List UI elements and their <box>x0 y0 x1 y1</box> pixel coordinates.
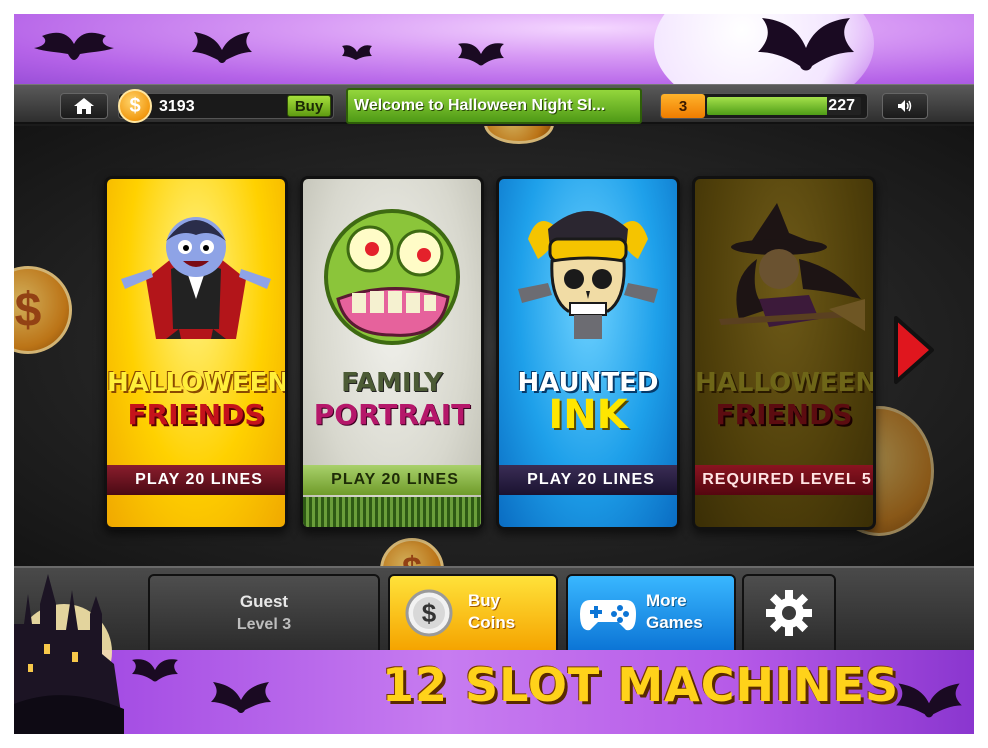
level-badge: 3 <box>661 94 705 118</box>
vampire-illustration <box>107 179 285 369</box>
background-coin <box>484 126 554 144</box>
gamepad-icon <box>580 600 636 631</box>
welcome-message: Welcome to Halloween Night Sl... <box>346 88 642 124</box>
sound-button[interactable] <box>882 93 928 119</box>
game-title: HAUNTED INK <box>517 368 659 438</box>
buy-coins-label: Buy Coins <box>468 591 516 632</box>
zombie-illustration <box>303 179 481 369</box>
background-coin: $ <box>380 538 444 566</box>
bat-icon <box>458 43 504 66</box>
grass-decoration <box>303 497 481 527</box>
next-arrow-icon[interactable] <box>892 314 936 386</box>
bat-icon <box>342 45 372 60</box>
more-games-label: More Games <box>646 591 703 632</box>
bat-icon <box>192 32 252 63</box>
dollar-coin-icon: $ <box>118 89 152 123</box>
home-icon <box>74 98 94 114</box>
promo-title: 12 SLOT MACHINES <box>382 658 900 712</box>
svg-text:$: $ <box>422 598 437 628</box>
home-button[interactable] <box>60 93 108 119</box>
bat-icon <box>34 32 114 60</box>
player-name: Guest <box>239 592 289 611</box>
profile-button[interactable]: Guest Level 3 <box>148 574 380 652</box>
top-banner <box>14 14 974 84</box>
bat-icon <box>758 18 854 71</box>
bat-icon <box>132 659 178 682</box>
game-title: HALLOWEEN FRIENDS <box>107 368 288 431</box>
game-title: HALLOWEEN FRIENDS <box>695 368 876 431</box>
play-lines-button[interactable]: PLAY 20 LINES <box>303 465 481 495</box>
required-level-badge: REQUIRED LEVEL 5 <box>695 465 873 495</box>
game-title: FAMILY PORTRAIT <box>313 368 471 431</box>
game-card-family-portrait[interactable]: FAMILY PORTRAIT PLAY 20 LINES <box>300 176 484 530</box>
xp-progress-fill <box>707 97 828 115</box>
game-carousel: $ $ HAL <box>14 126 974 566</box>
xp-value: 227 <box>828 97 855 114</box>
witch-illustration <box>695 179 873 369</box>
play-lines-button[interactable]: PLAY 20 LINES <box>107 465 285 495</box>
speaker-icon <box>898 100 912 112</box>
settings-button[interactable] <box>742 574 836 652</box>
player-level: Level 3 <box>236 616 292 633</box>
game-card-haunted-ink[interactable]: HAUNTED INK PLAY 20 LINES <box>496 176 680 530</box>
bat-icon <box>211 682 271 713</box>
dollar-coin-icon: $ <box>405 589 453 637</box>
castle-illustration <box>14 574 124 734</box>
bat-icon <box>896 683 962 718</box>
level-progress: 3 227 <box>660 93 868 119</box>
play-lines-button[interactable]: PLAY 20 LINES <box>499 465 677 495</box>
more-games-button[interactable]: More Games <box>566 574 736 652</box>
skull-illustration <box>499 179 677 369</box>
game-card-halloween-friends[interactable]: HALLOWEEN FRIENDS PLAY 20 LINES <box>104 176 288 530</box>
background-coin: $ <box>14 266 72 354</box>
top-toolbar: 3193 Buy $ Welcome to Halloween Night Sl… <box>14 84 974 124</box>
game-screen: 3193 Buy $ Welcome to Halloween Night Sl… <box>14 14 974 734</box>
buy-button[interactable]: Buy <box>287 95 331 117</box>
bottom-toolbar: Guest Level 3 $ Buy Coins More Games <box>14 566 974 652</box>
gear-icon <box>766 590 812 636</box>
buy-coins-button[interactable]: $ Buy Coins <box>388 574 558 652</box>
coin-balance-value: 3193 <box>159 98 195 115</box>
promo-banner: 12 SLOT MACHINES <box>14 650 974 734</box>
game-card-halloween-friends-locked[interactable]: HALLOWEEN FRIENDS REQUIRED LEVEL 5 <box>692 176 876 530</box>
